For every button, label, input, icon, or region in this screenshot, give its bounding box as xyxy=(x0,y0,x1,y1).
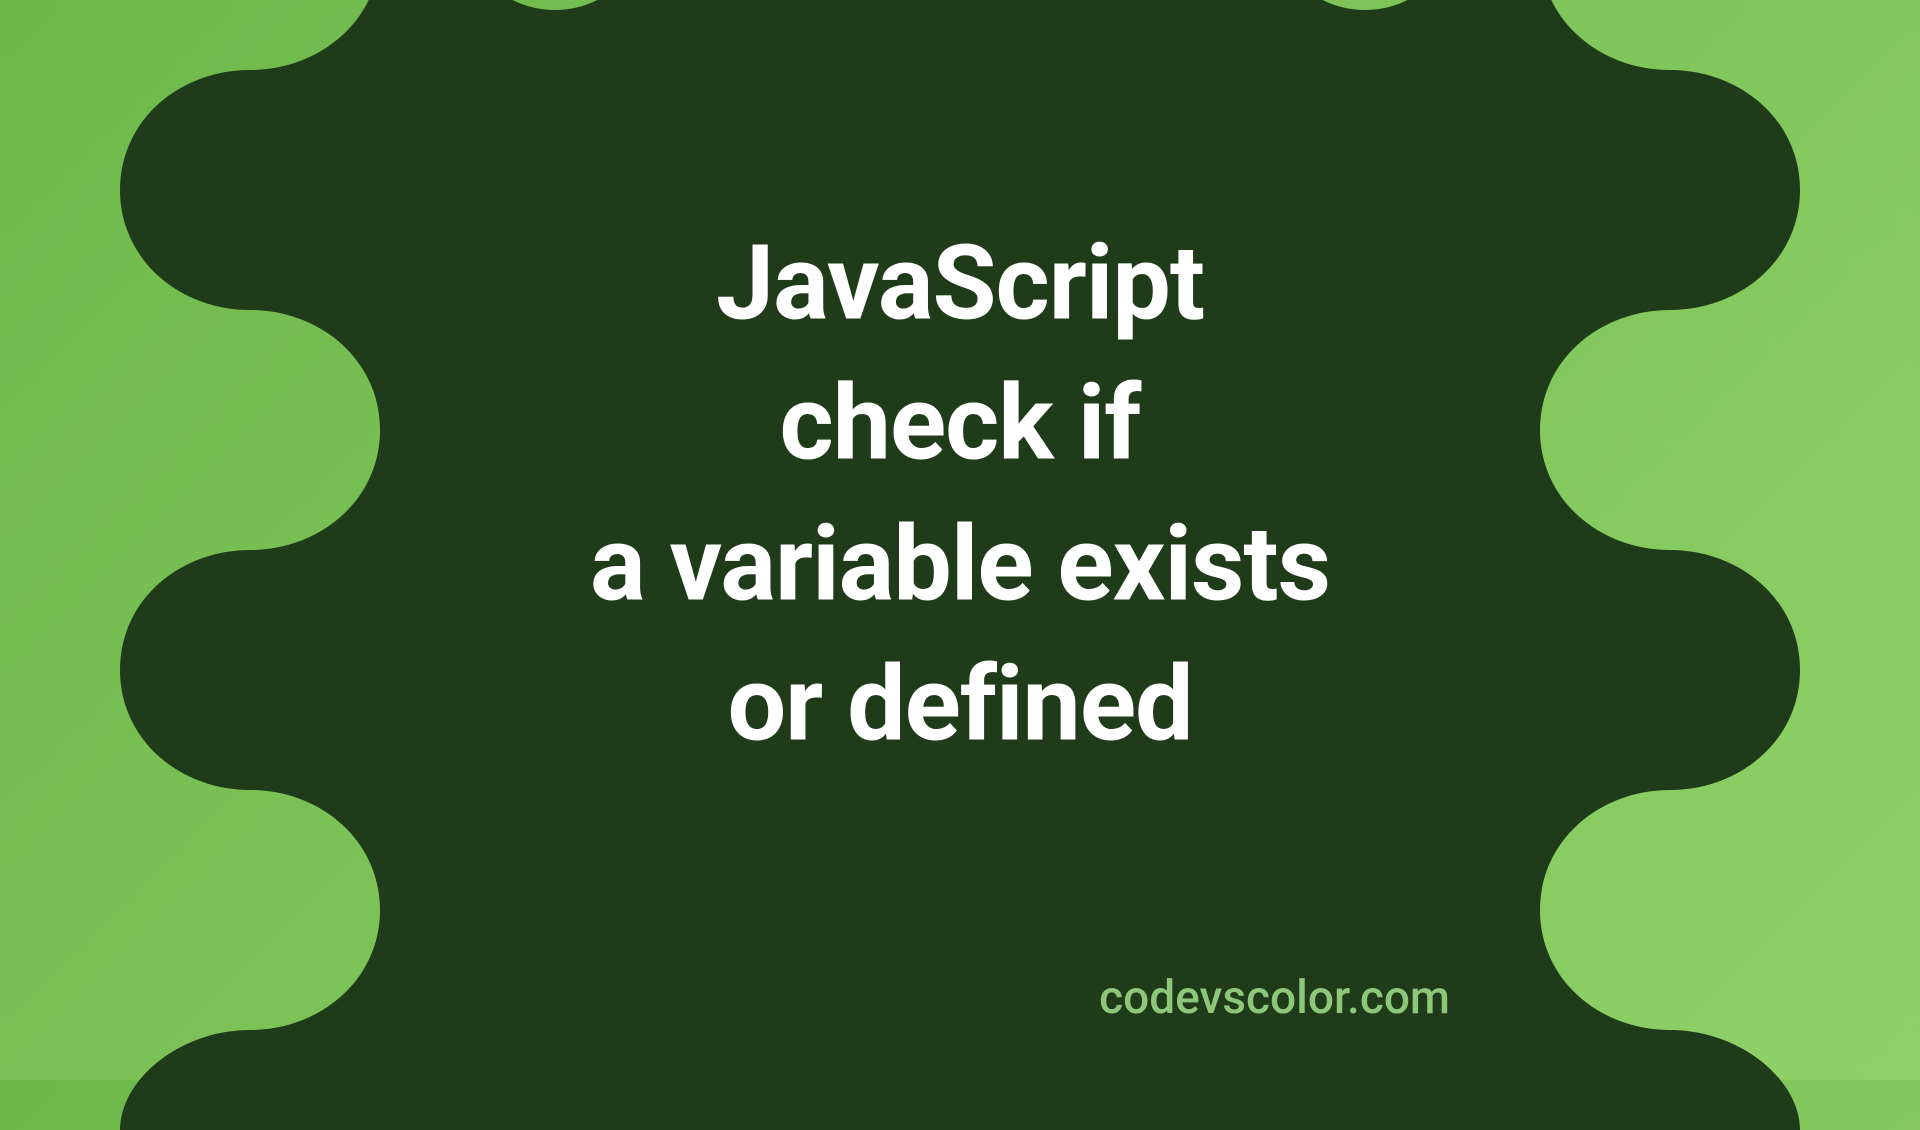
title-line-2: check if xyxy=(780,364,1141,485)
title-line-1: JavaScript xyxy=(716,223,1204,344)
title-line-3: a variable exists xyxy=(590,504,1330,625)
watermark-text: codevscolor.com xyxy=(1099,971,1450,1025)
title-line-4: or defined xyxy=(727,644,1192,765)
hero-content: JavaScript check if a variable exists or… xyxy=(0,214,1920,776)
hero-title: JavaScript check if a variable exists or… xyxy=(0,214,1920,776)
